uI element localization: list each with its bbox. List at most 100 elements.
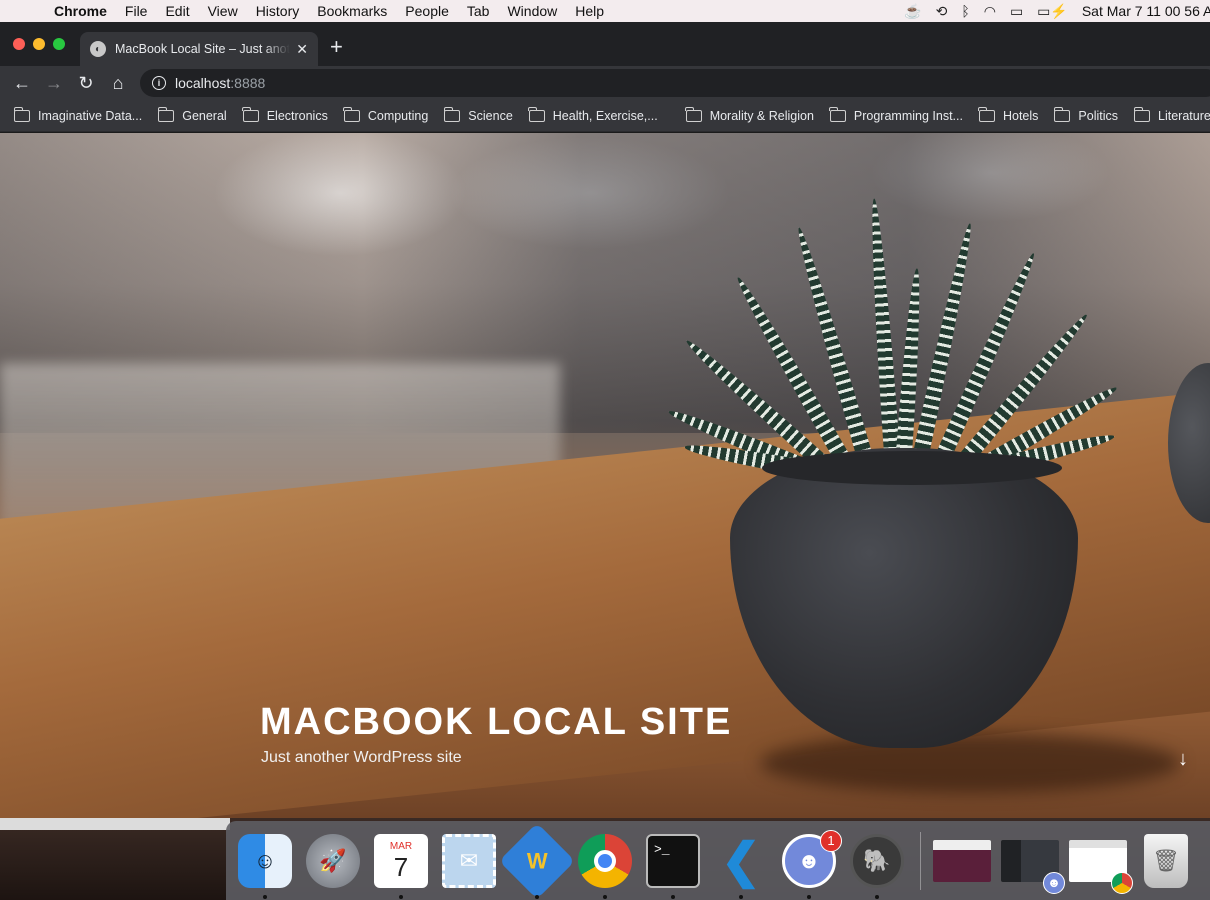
bookmark-folder[interactable]: Computing (343, 106, 429, 123)
airplay-icon[interactable]: ▭ (1010, 3, 1023, 20)
bookmark-folder[interactable]: Science (443, 106, 513, 123)
bookmark-folder[interactable]: Morality & Religion (685, 106, 814, 123)
forward-button[interactable]: → (38, 73, 70, 94)
planter-rim (762, 451, 1062, 485)
tab-strip: ◐ MacBook Local Site – Just another Word… (0, 22, 1210, 66)
bookmark-folder[interactable]: General (157, 106, 227, 123)
dock-discord[interactable]: ☻ 1 (780, 829, 842, 899)
mail-stamp-icon: ✉ (442, 833, 496, 888)
notification-badge: 1 (820, 829, 842, 852)
bookmark-folder[interactable]: Hotels (978, 106, 1038, 123)
feather-icon: W (498, 822, 576, 899)
tab-close-icon[interactable]: ✕ (296, 41, 308, 58)
url-host: localhost (175, 75, 231, 91)
back-button[interactable]: ← (6, 73, 38, 94)
menu-edit[interactable]: Edit (156, 3, 198, 19)
tab-active[interactable]: ◐ MacBook Local Site – Just another Word… (80, 32, 318, 66)
dock-minimized-window-3[interactable] (1069, 832, 1133, 894)
menu-window[interactable]: Window (498, 3, 566, 19)
bookmark-label: Electronics (266, 108, 328, 123)
macos-menu-bar: Chrome File Edit View History Bookmarks … (0, 0, 1210, 22)
site-info-icon[interactable]: i (152, 76, 166, 90)
menu-tab[interactable]: Tab (458, 3, 499, 19)
new-tab-button[interactable]: + (330, 35, 343, 59)
chrome-overlay-icon (1111, 871, 1133, 894)
folder-icon (528, 106, 545, 122)
folder-icon (1053, 106, 1071, 122)
trash-icon: 🗑 (1144, 833, 1188, 888)
bookmark-label: Health, Exercise,... (552, 108, 658, 123)
dock-calendar[interactable]: MAR 7 (372, 832, 430, 899)
bookmark-folder[interactable]: Literature (1133, 106, 1210, 123)
bookmark-label: Computing (367, 108, 429, 123)
dock-vscode[interactable]: ❮ (712, 832, 770, 899)
status-area: ☕ ⟲ ᛒ ◠ ▭ ▭⚡ Sat Mar 7 11 00 56 AM (904, 0, 1210, 22)
close-window-button[interactable] (13, 38, 25, 50)
calendar-day: 7 (393, 851, 409, 882)
calendar-month: MAR (389, 840, 413, 852)
address-bar[interactable]: i localhost:8888 (140, 69, 1210, 97)
site-title[interactable]: MACBOOK LOCAL SITE (260, 701, 732, 744)
folder-icon (343, 106, 360, 122)
folder-icon (685, 106, 702, 122)
minimize-window-button[interactable] (33, 38, 45, 50)
url-port: :8888 (230, 75, 266, 91)
dock-mamp[interactable]: 🐘 (848, 832, 906, 899)
dock-separator (920, 831, 921, 890)
menu-view[interactable]: View (199, 3, 247, 19)
coffee-icon[interactable]: ☕ (904, 3, 921, 20)
bookmark-folder[interactable]: Electronics (242, 106, 328, 123)
running-indicator (399, 894, 403, 899)
battery-icon[interactable]: ▭⚡ (1037, 3, 1068, 20)
home-button[interactable]: ⌂ (102, 73, 134, 94)
fullscreen-window-button[interactable] (53, 38, 65, 50)
dock-minimized-window-1[interactable] (933, 832, 991, 890)
folder-icon (1133, 106, 1151, 122)
bluetooth-icon[interactable]: ᛒ (961, 3, 969, 19)
menubar-clock[interactable]: Sat Mar 7 11 00 56 AM (1082, 3, 1210, 19)
menu-file[interactable]: File (116, 3, 157, 19)
bookmark-folder[interactable]: Imaginative Data... (13, 106, 142, 123)
bookmark-folder[interactable]: Programming Inst... (829, 106, 963, 123)
chrome-icon (578, 833, 632, 888)
dock-minimized-window-2[interactable]: ☻ (1001, 832, 1065, 894)
running-indicator (739, 894, 743, 899)
mamp-favicon-icon: ◐ (90, 41, 106, 57)
menu-history[interactable]: History (247, 3, 309, 19)
menu-people[interactable]: People (396, 3, 458, 19)
folder-icon (157, 106, 175, 122)
dock-trash[interactable]: 🗑 (1137, 832, 1195, 890)
dock-launchpad[interactable]: 🚀 (304, 832, 362, 890)
folder-icon (13, 106, 30, 122)
dock-finder[interactable]: ☺ (236, 832, 294, 899)
wifi-icon[interactable]: ◠ (984, 3, 996, 20)
dock-mail[interactable]: ✉ (440, 832, 498, 890)
reload-button[interactable]: ↻ (70, 73, 102, 94)
vscode-icon: ❮ (720, 834, 762, 888)
rocket-icon: 🚀 (306, 833, 360, 888)
bookmark-folder[interactable]: Politics (1053, 106, 1119, 123)
dock-chrome[interactable] (576, 832, 634, 899)
running-indicator (535, 894, 539, 899)
scroll-down-arrow-icon[interactable]: ↓ (1178, 748, 1188, 771)
bookmark-label: Politics (1078, 108, 1119, 123)
bookmark-label: Science (468, 108, 513, 123)
menu-help[interactable]: Help (566, 3, 613, 19)
bookmark-label: Literature (1158, 108, 1210, 123)
folder-icon (242, 106, 259, 122)
page-viewport: MACBOOK LOCAL SITE Just another WordPres… (0, 133, 1210, 818)
time-machine-icon[interactable]: ⟲ (936, 3, 948, 20)
running-indicator (875, 894, 879, 899)
dock-feather[interactable]: W (498, 822, 576, 899)
menu-bookmarks[interactable]: Bookmarks (308, 3, 396, 19)
bookmarks-bar: Imaginative Data... General Electronics … (0, 100, 1210, 132)
elephant-icon: 🐘 (850, 833, 904, 888)
background-window-edge (0, 818, 230, 830)
macos-dock: ☺ 🚀 MAR 7 ✉ W >_ ❮ ☻ 1 🐘 ☻ 🗑 (226, 821, 1210, 900)
folder-icon (829, 106, 846, 122)
menu-app-chrome[interactable]: Chrome (54, 3, 116, 19)
bookmark-folder[interactable]: Health, Exercise,... (528, 106, 658, 123)
bookmark-label: General (182, 108, 227, 123)
dock-terminal[interactable]: >_ (644, 832, 702, 899)
bookmark-label: Morality & Religion (709, 108, 814, 123)
